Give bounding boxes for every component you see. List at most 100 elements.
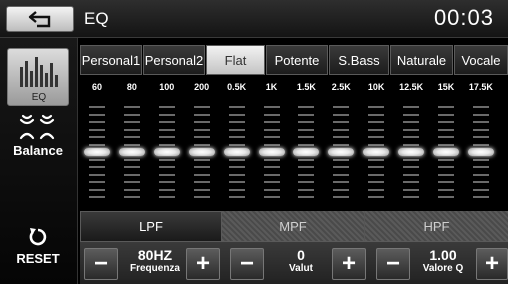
band-scale-tick: [438, 136, 454, 138]
band-scale-tick: [158, 158, 175, 161]
band-level-slider-knob[interactable]: [118, 148, 145, 156]
back-button[interactable]: [6, 6, 74, 32]
eq-band[interactable]: 15K: [431, 78, 461, 208]
preset-flat[interactable]: Flat: [206, 45, 265, 75]
band-scale-tick: [333, 158, 350, 161]
band-scale-tick: [263, 181, 280, 183]
q-readout: 1.00 Valore Q: [412, 247, 474, 274]
band-scale-tick: [298, 136, 315, 138]
band-scale-tick: [333, 136, 350, 138]
band-scale-tick: [193, 173, 210, 176]
band-scale-tick: [472, 173, 489, 176]
preset-personal2[interactable]: Personal2: [143, 45, 205, 75]
band-scale-tick: [123, 158, 140, 161]
eq-band[interactable]: 100: [152, 78, 182, 208]
eq-mode-button[interactable]: EQ: [7, 48, 69, 106]
band-scale-tick: [368, 143, 385, 146]
band-scale-tick: [158, 113, 175, 116]
band-level-slider-knob[interactable]: [363, 148, 390, 156]
band-scale-tick: [472, 181, 489, 183]
preset-naturale[interactable]: Naturale: [390, 45, 453, 75]
band-scale-tick: [403, 136, 420, 138]
eq-bands: 60 80 100 200 0.5K 1K 1.5K 2.5K 10K 12.5K 15K 17.5K: [80, 78, 508, 208]
frequency-value: 80HZ: [137, 247, 173, 263]
eq-band[interactable]: 60: [82, 78, 112, 208]
band-level-slider-knob[interactable]: [293, 148, 320, 156]
band-scale-tick: [89, 181, 105, 183]
reset-button[interactable]: RESET: [4, 224, 72, 278]
band-level-slider-knob[interactable]: [433, 148, 459, 156]
frequency-minus-button[interactable]: −: [84, 248, 118, 280]
band-scale-tick: [368, 121, 385, 123]
gain-value: 0: [297, 247, 305, 263]
band-scale-tick: [333, 166, 350, 168]
eq-band[interactable]: 1K: [257, 78, 287, 208]
band-scale-tick: [403, 158, 420, 161]
eq-band[interactable]: 200: [187, 78, 217, 208]
band-scale-tick: [263, 166, 280, 168]
balance-button[interactable]: Balance: [7, 110, 69, 166]
band-scale-tick: [438, 121, 454, 123]
band-scale-tick: [263, 106, 280, 108]
band-scale-tick: [403, 106, 420, 108]
band-scale-tick: [158, 106, 175, 108]
band-scale-tick: [472, 143, 489, 146]
band-scale-tick: [403, 173, 420, 176]
band-level-slider-knob[interactable]: [467, 148, 494, 156]
band-scale-tick: [228, 113, 245, 116]
band-scale-tick: [158, 121, 175, 123]
band-scale-tick: [158, 166, 175, 168]
band-level-slider-knob[interactable]: [84, 148, 110, 156]
band-scale-tick: [158, 136, 175, 138]
eq-band[interactable]: 17.5K: [466, 78, 496, 208]
band-scale-tick: [228, 128, 245, 131]
band-level-slider-knob[interactable]: [223, 148, 250, 156]
band-scale-tick: [368, 158, 385, 161]
band-level-slider-knob[interactable]: [328, 148, 355, 156]
filter-controls: − 80HZ Frequenza + − 0 Valut + − 1.00 Va…: [80, 241, 508, 284]
band-scale-tick: [438, 113, 454, 116]
band-scale-tick: [368, 113, 385, 116]
eq-band[interactable]: 80: [117, 78, 147, 208]
band-scale-tick: [193, 143, 210, 146]
eq-band[interactable]: 2.5K: [326, 78, 356, 208]
frequency-plus-button[interactable]: +: [186, 248, 220, 280]
band-scale-tick: [472, 196, 489, 198]
band-scale-tick: [228, 106, 245, 108]
band-scale-tick: [89, 143, 105, 146]
eq-band[interactable]: 1.5K: [291, 78, 321, 208]
preset-potente[interactable]: Potente: [266, 45, 328, 75]
band-scale-tick: [368, 173, 385, 176]
band-level-slider-knob[interactable]: [258, 148, 285, 156]
band-scale-tick: [438, 196, 454, 198]
band-scale-tick: [228, 196, 245, 198]
gain-minus-button[interactable]: −: [230, 248, 264, 280]
band-scale-tick: [263, 158, 280, 161]
tab-hpf[interactable]: HPF: [365, 211, 508, 241]
eq-band[interactable]: 10K: [361, 78, 391, 208]
band-scale-tick: [193, 121, 210, 123]
band-level-slider-knob[interactable]: [398, 148, 425, 156]
frequency-readout: 80HZ Frequenza: [120, 247, 190, 274]
band-scale-tick: [368, 181, 385, 183]
gain-plus-button[interactable]: +: [332, 248, 366, 280]
band-scale-tick: [298, 181, 315, 183]
band-scale-tick: [403, 128, 420, 131]
preset-personal1[interactable]: Personal1: [80, 45, 142, 75]
band-level-slider-knob[interactable]: [153, 148, 180, 156]
band-scale-tick: [89, 136, 105, 138]
tab-mpf[interactable]: MPF: [222, 211, 365, 241]
band-scale-tick: [158, 188, 175, 191]
eq-band[interactable]: 0.5K: [222, 78, 252, 208]
header-bar: EQ 00:03: [0, 0, 508, 38]
clock: 00:03: [433, 5, 494, 30]
q-minus-button[interactable]: −: [376, 248, 410, 280]
band-scale-tick: [403, 121, 420, 123]
band-level-slider-knob[interactable]: [188, 148, 215, 156]
tab-lpf[interactable]: LPF: [80, 211, 222, 241]
preset-vocale[interactable]: Vocale: [454, 45, 508, 75]
eq-band[interactable]: 12.5K: [396, 78, 426, 208]
q-plus-button[interactable]: +: [476, 248, 508, 280]
preset-sbass[interactable]: S.Bass: [329, 45, 389, 75]
band-scale-tick: [193, 166, 210, 168]
